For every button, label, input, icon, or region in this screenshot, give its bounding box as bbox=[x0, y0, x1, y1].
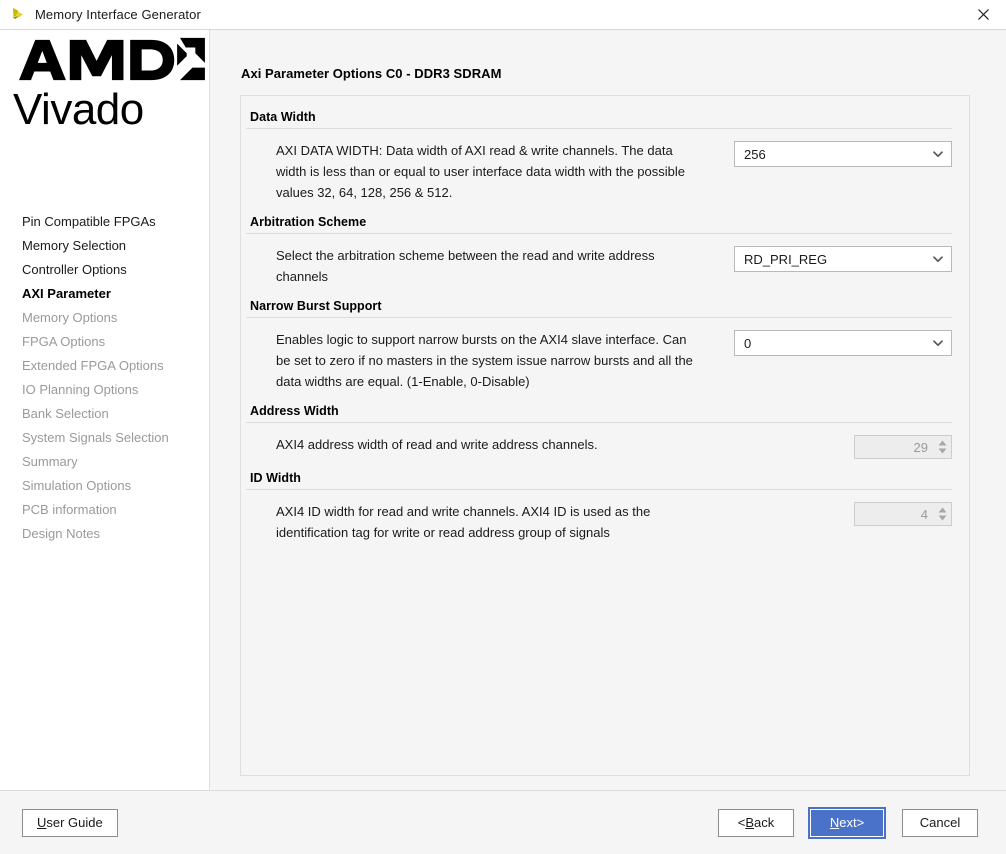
section-header-arbitration-scheme: Arbitration Scheme bbox=[246, 215, 952, 234]
cancel-button[interactable]: Cancel bbox=[902, 808, 978, 837]
section-description-id-width: AXI4 ID width for read and write channel… bbox=[276, 504, 651, 540]
sidebar-item-extended-fpga-options[interactable]: Extended FPGA Options bbox=[22, 354, 209, 378]
next-button-focus-ring: Next > bbox=[808, 806, 886, 839]
close-icon bbox=[977, 9, 989, 20]
section-row-address-width: AXI4 address width of read and write add… bbox=[246, 423, 952, 471]
memory-interface-generator-window: Memory Interface Generator Vivado Pin Co… bbox=[0, 0, 1006, 854]
sidebar-item-memory-selection[interactable]: Memory Selection bbox=[22, 234, 209, 258]
address-width-spinner[interactable]: 29 bbox=[854, 435, 952, 459]
narrow-burst-support-value: 0 bbox=[744, 335, 752, 351]
sidebar: Vivado Pin Compatible FPGAs Memory Selec… bbox=[0, 30, 210, 790]
section-row-data-width: AXI DATA WIDTH: Data width of AXI read &… bbox=[246, 129, 952, 215]
section-row-arbitration-scheme: Select the arbitration scheme between th… bbox=[246, 234, 952, 299]
data-width-value: 256 bbox=[744, 146, 766, 162]
close-button[interactable] bbox=[960, 0, 1006, 29]
section-description-narrow-burst-support: Enables logic to support narrow bursts o… bbox=[276, 332, 693, 389]
back-accel: B bbox=[745, 815, 755, 830]
section-header-id-width: ID Width bbox=[246, 471, 952, 490]
section-control-data-width: 256 bbox=[708, 140, 952, 167]
sidebar-item-design-notes[interactable]: Design Notes bbox=[22, 522, 209, 546]
sidebar-item-bank-selection[interactable]: Bank Selection bbox=[22, 402, 209, 426]
sidebar-item-summary[interactable]: Summary bbox=[22, 450, 209, 474]
chevron-down-icon bbox=[933, 340, 943, 347]
back-label: ack bbox=[754, 815, 775, 830]
section-control-arbitration-scheme: RD_PRI_REG bbox=[708, 245, 952, 272]
id-width-value: 4 bbox=[920, 506, 928, 522]
stepper-down-icon bbox=[938, 448, 946, 454]
section-row-narrow-burst-support: Enables logic to support narrow bursts o… bbox=[246, 318, 952, 404]
next-button[interactable]: Next > bbox=[811, 809, 883, 836]
id-width-spinner[interactable]: 4 bbox=[854, 502, 952, 526]
sidebar-item-axi-parameter[interactable]: AXI Parameter bbox=[22, 282, 209, 306]
vivado-wordmark: Vivado bbox=[13, 85, 144, 134]
address-width-stepper-buttons[interactable] bbox=[935, 436, 951, 458]
sidebar-item-io-planning-options[interactable]: IO Planning Options bbox=[22, 378, 209, 402]
sidebar-item-pcb-information[interactable]: PCB information bbox=[22, 498, 209, 522]
body-split: Vivado Pin Compatible FPGAs Memory Selec… bbox=[0, 30, 1006, 790]
section-control-id-width: 4 bbox=[708, 501, 952, 526]
brand-block: Vivado bbox=[0, 30, 209, 134]
user-guide-label: ser Guide bbox=[46, 815, 103, 830]
address-width-value: 29 bbox=[913, 439, 928, 455]
amd-logo-icon bbox=[19, 37, 205, 81]
section-row-id-width: AXI4 ID width for read and write channel… bbox=[246, 490, 952, 555]
sidebar-item-fpga-options[interactable]: FPGA Options bbox=[22, 330, 209, 354]
options-panel: Data Width AXI DATA WIDTH: Data width of… bbox=[240, 95, 970, 776]
section-control-narrow-burst-support: 0 bbox=[708, 329, 952, 356]
sidebar-item-system-signals-selection[interactable]: System Signals Selection bbox=[22, 426, 209, 450]
stepper-up-icon bbox=[938, 507, 946, 513]
section-header-data-width: Data Width bbox=[246, 110, 952, 129]
id-width-stepper-buttons[interactable] bbox=[935, 503, 951, 525]
section-description-arbitration-scheme: Select the arbitration scheme between th… bbox=[276, 248, 655, 284]
sidebar-item-controller-options[interactable]: Controller Options bbox=[22, 258, 209, 282]
next-suffix: > bbox=[856, 815, 865, 830]
chevron-down-icon bbox=[933, 151, 943, 158]
chevron-down-icon bbox=[933, 256, 943, 263]
arbitration-scheme-combobox[interactable]: RD_PRI_REG bbox=[734, 246, 952, 272]
page-title: Axi Parameter Options C0 - DDR3 SDRAM bbox=[241, 66, 502, 81]
sidebar-item-pin-compatible-fpgas[interactable]: Pin Compatible FPGAs bbox=[22, 210, 209, 234]
back-button[interactable]: < Back bbox=[718, 808, 794, 837]
user-guide-accel: U bbox=[37, 815, 47, 830]
next-label: ext bbox=[839, 815, 857, 830]
user-guide-button[interactable]: User Guide bbox=[22, 808, 118, 837]
arbitration-scheme-value: RD_PRI_REG bbox=[744, 251, 828, 267]
window-title: Memory Interface Generator bbox=[35, 7, 201, 22]
section-description-address-width: AXI4 address width of read and write add… bbox=[276, 437, 598, 452]
section-control-address-width: 29 bbox=[708, 434, 952, 459]
footer-button-bar: User Guide < Back Next > Cancel bbox=[0, 790, 1006, 854]
back-prefix: < bbox=[737, 815, 746, 830]
narrow-burst-support-combobox[interactable]: 0 bbox=[734, 330, 952, 356]
section-description-data-width: AXI DATA WIDTH: Data width of AXI read &… bbox=[276, 143, 686, 200]
stepper-down-icon bbox=[938, 515, 946, 521]
content-area: Axi Parameter Options C0 - DDR3 SDRAM Da… bbox=[210, 30, 1006, 790]
section-header-narrow-burst-support: Narrow Burst Support bbox=[246, 299, 952, 318]
data-width-combobox[interactable]: 256 bbox=[734, 141, 952, 167]
title-bar: Memory Interface Generator bbox=[0, 0, 1006, 30]
next-accel: N bbox=[829, 815, 840, 830]
section-header-address-width: Address Width bbox=[246, 404, 952, 423]
stepper-up-icon bbox=[938, 440, 946, 446]
vivado-logo-icon bbox=[9, 6, 27, 24]
sidebar-item-simulation-options[interactable]: Simulation Options bbox=[22, 474, 209, 498]
sidebar-item-memory-options[interactable]: Memory Options bbox=[22, 306, 209, 330]
wizard-nav: Pin Compatible FPGAs Memory Selection Co… bbox=[0, 134, 209, 546]
